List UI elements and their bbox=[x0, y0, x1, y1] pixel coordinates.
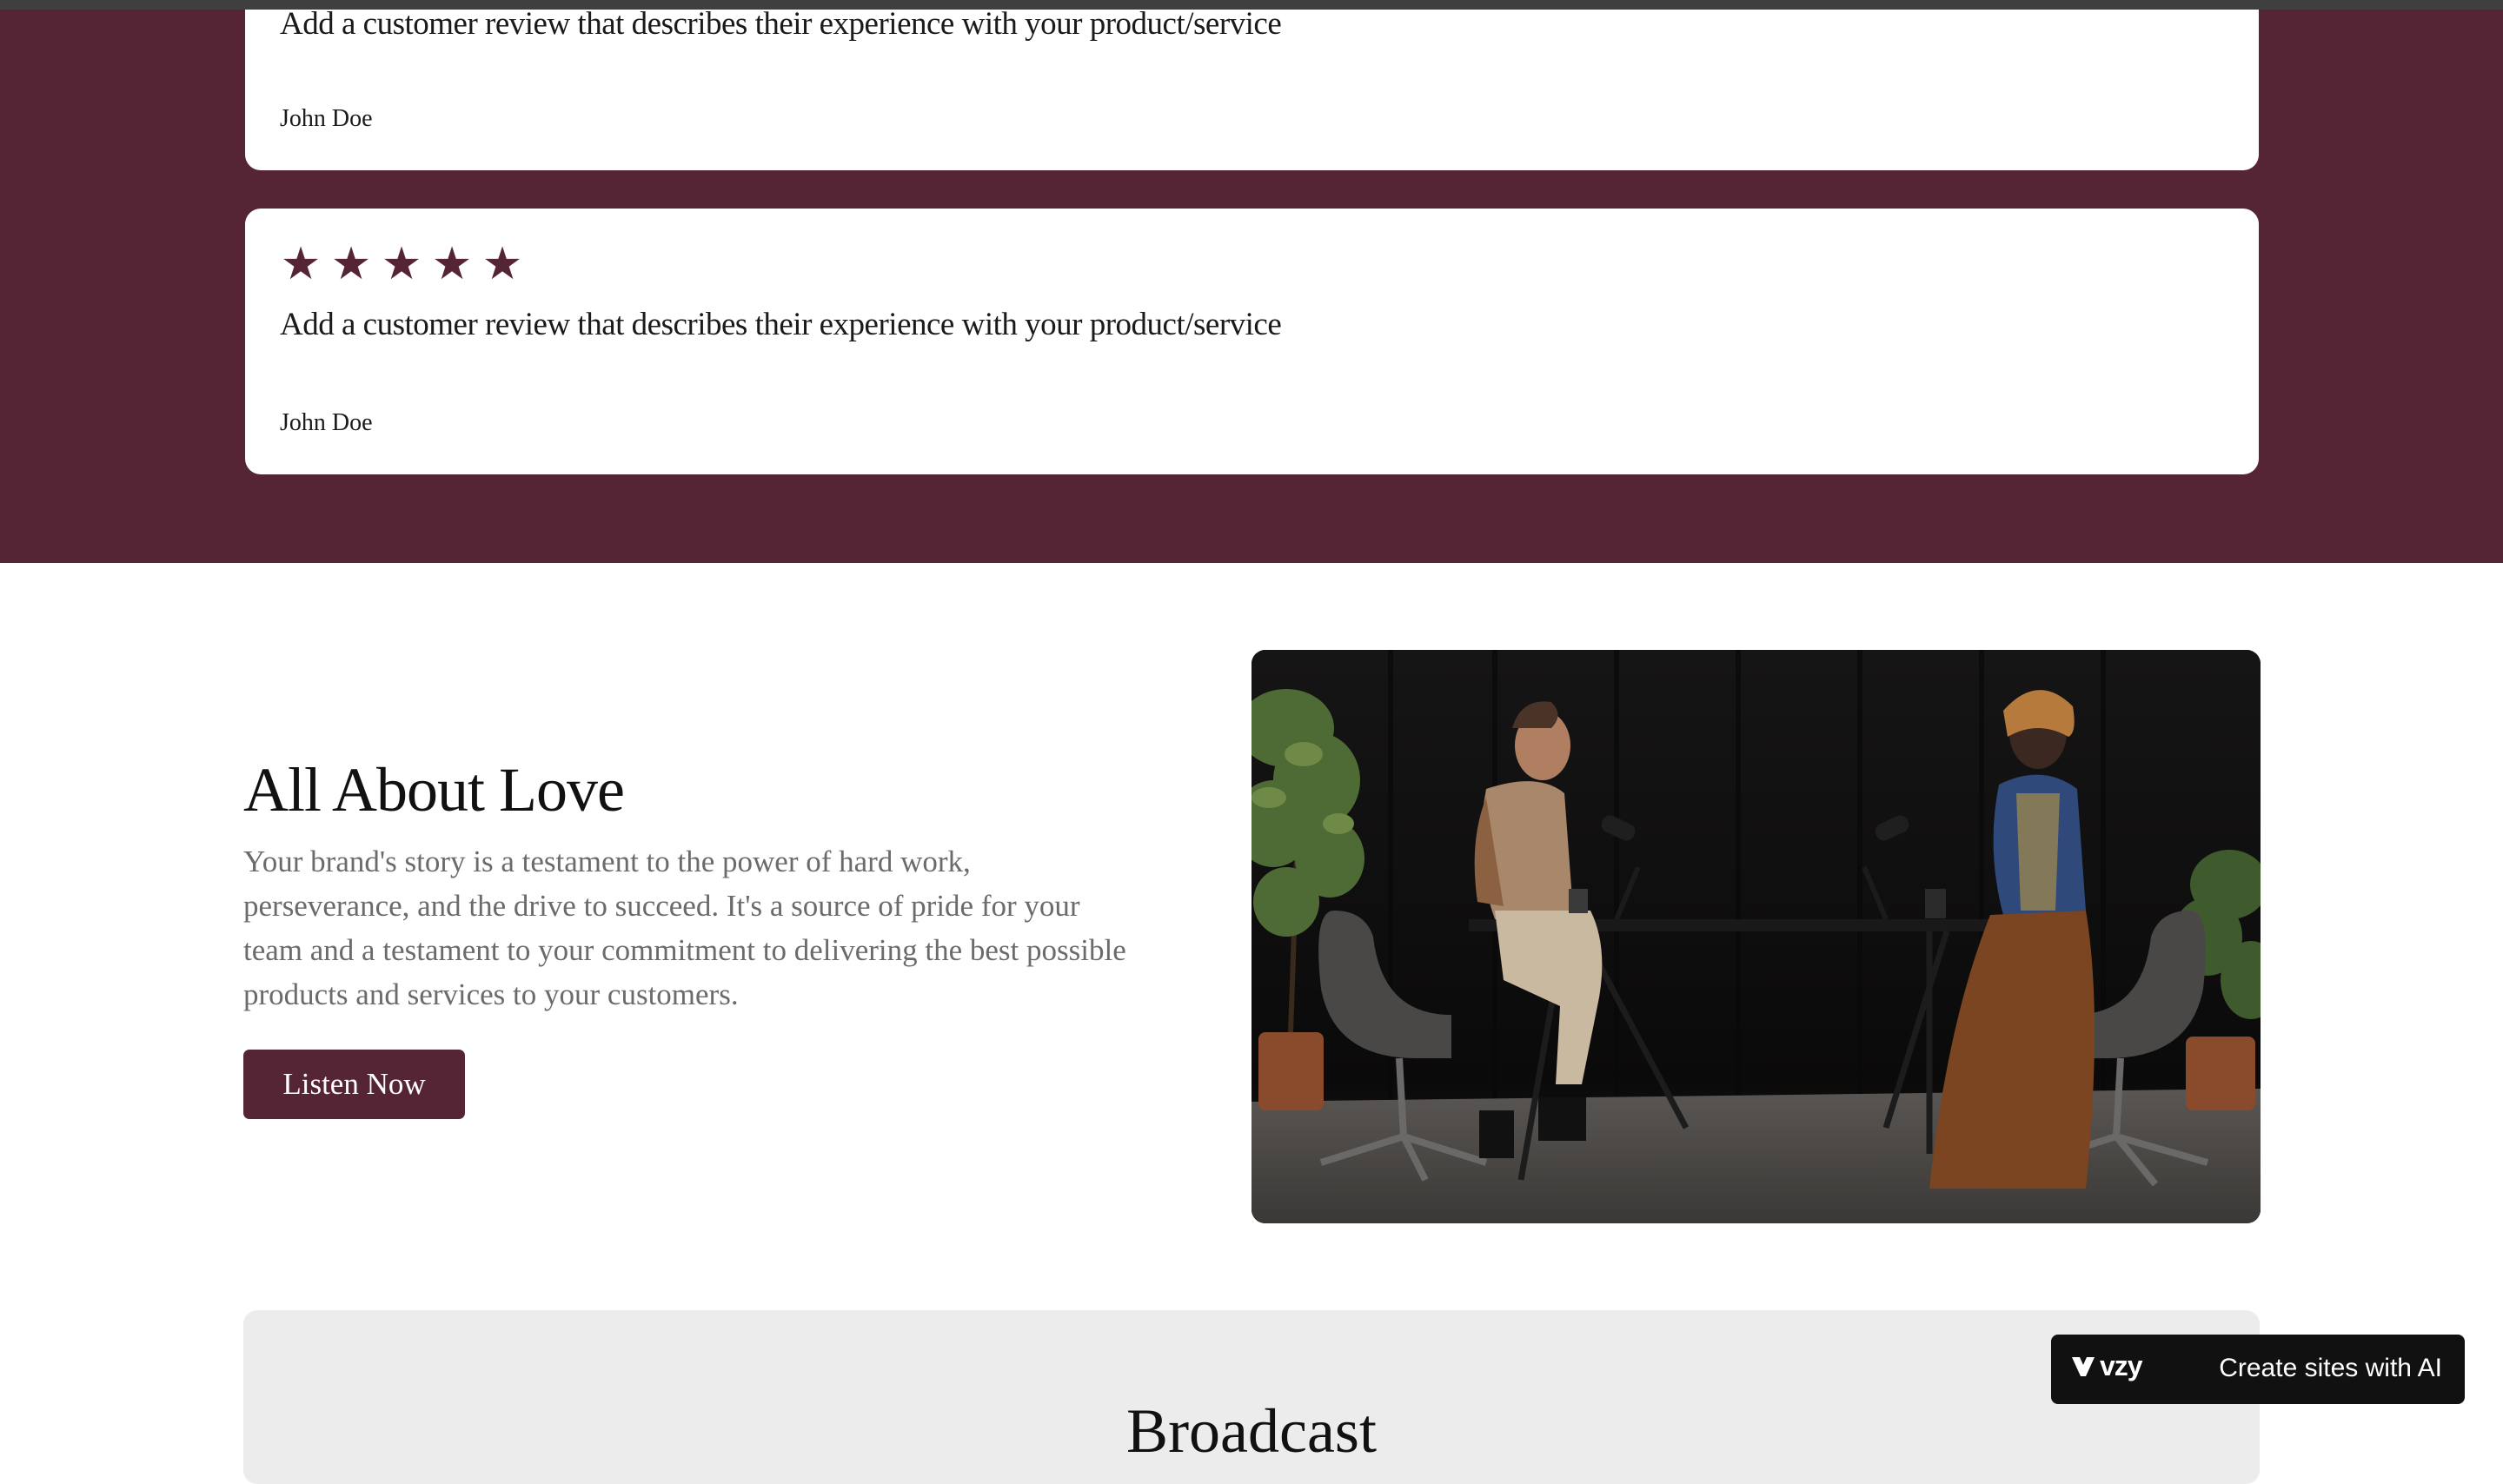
star-icon: ★ bbox=[431, 238, 473, 290]
review-author: John Doe bbox=[280, 409, 373, 436]
vzy-logo-icon bbox=[2072, 1356, 2095, 1376]
star-rating: ★ ★ ★ ★ ★ bbox=[280, 240, 523, 288]
star-icon: ★ bbox=[481, 238, 523, 290]
podcast-studio-photo bbox=[1252, 650, 2261, 1223]
reviews-section: Add a customer review that describes the… bbox=[0, 10, 2503, 563]
browser-top-bar bbox=[0, 0, 2503, 10]
vzy-brand-label: vzy bbox=[2100, 1350, 2143, 1381]
broadcast-section: Broadcast bbox=[243, 1310, 2260, 1484]
listen-now-button[interactable]: Listen Now bbox=[243, 1050, 465, 1119]
review-text: Add a customer review that describes the… bbox=[280, 10, 1282, 42]
star-icon: ★ bbox=[381, 238, 422, 290]
star-icon: ★ bbox=[330, 238, 372, 290]
about-description: Your brand's story is a testament to the… bbox=[243, 845, 1126, 1011]
review-author: John Doe bbox=[280, 105, 373, 132]
vzy-promo-badge[interactable]: vzy Create sites with AI bbox=[2051, 1335, 2465, 1404]
review-card: ★ ★ ★ ★ ★ Add a customer review that des… bbox=[245, 209, 2259, 474]
about-title: All About Love bbox=[243, 755, 625, 825]
create-sites-label: Create sites with AI bbox=[2219, 1354, 2442, 1382]
review-card: Add a customer review that describes the… bbox=[245, 10, 2259, 170]
section-title: Broadcast bbox=[1126, 1396, 1377, 1466]
review-text: Add a customer review that describes the… bbox=[280, 307, 1282, 342]
vzy-logo: vzy bbox=[2072, 1350, 2143, 1382]
star-icon: ★ bbox=[280, 238, 322, 290]
